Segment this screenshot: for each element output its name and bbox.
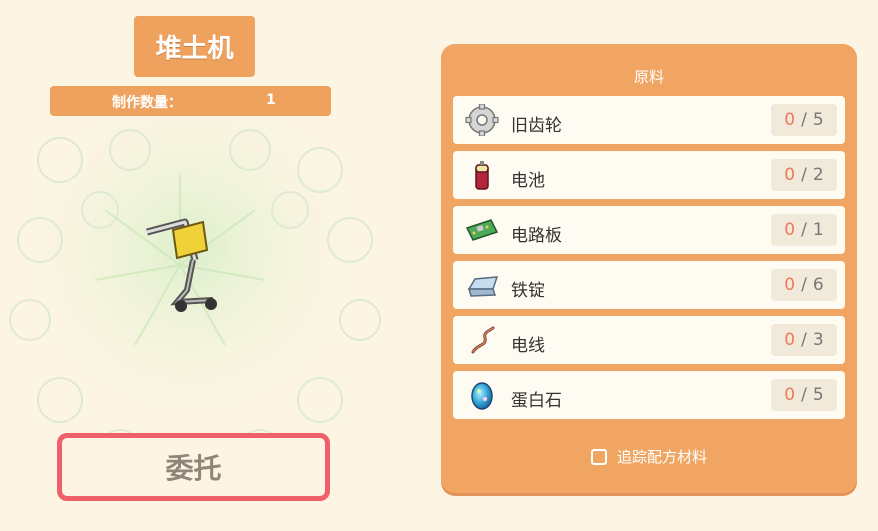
track-checkbox[interactable] xyxy=(590,448,607,465)
material-row-gear[interactable]: 旧齿轮 0/5 xyxy=(453,96,845,144)
material-name: 旧齿轮 xyxy=(511,116,562,136)
count-have: 0 xyxy=(784,220,796,240)
material-row-battery[interactable]: 电池 0/2 xyxy=(453,151,845,199)
material-name: 电池 xyxy=(511,171,545,191)
count-separator: / xyxy=(801,385,807,405)
iron-ingot-icon xyxy=(467,276,499,297)
materials-panel: 原料 旧齿轮 0/5 电池 0/2 电路板 0 / 1 铁锭 0 / 6 电线 … xyxy=(441,44,857,493)
count-need: 5 xyxy=(812,110,824,130)
circuit-board-icon xyxy=(465,219,499,241)
material-count: 0/1 xyxy=(771,214,837,246)
count-need: 1 xyxy=(812,220,824,240)
material-count: 0/2 xyxy=(771,159,837,191)
count-have: 0 xyxy=(784,275,796,295)
count-have: 0 xyxy=(784,110,796,130)
track-label: 追踪配方材料 xyxy=(616,448,707,466)
count-separator: / xyxy=(801,165,807,185)
count-separator: / xyxy=(801,110,807,130)
battery-icon xyxy=(475,161,489,190)
wire-icon xyxy=(471,326,495,354)
count-need: 5 xyxy=(812,385,824,405)
material-row-circuit-board[interactable]: 电路板 0/1 xyxy=(453,206,845,254)
item-title: 堆土机 xyxy=(134,16,255,77)
materials-title: 原料 xyxy=(633,68,664,86)
material-name: 电路板 xyxy=(511,226,562,246)
count-separator: / xyxy=(801,275,807,295)
count-separator: / xyxy=(801,330,807,350)
quantity-label: 制作数量： xyxy=(112,95,182,111)
material-count: 0/5 xyxy=(771,104,837,136)
opal-icon xyxy=(471,382,493,410)
material-count: 0/5 xyxy=(771,379,837,411)
material-name: 电线 xyxy=(511,336,545,356)
count-have: 0 xyxy=(784,330,796,350)
quantity-value: 1 xyxy=(266,92,276,108)
material-row-wire[interactable]: 电线 0/3 xyxy=(453,316,845,364)
material-row-opal[interactable]: 蛋白石 0/5 xyxy=(453,371,845,419)
commission-button[interactable]: 委托 xyxy=(57,433,330,501)
count-have: 0 xyxy=(784,165,796,185)
gear-icon xyxy=(465,104,499,136)
count-need: 6 xyxy=(812,275,824,295)
material-count: 0/3 xyxy=(771,324,837,356)
count-need: 3 xyxy=(812,330,824,350)
material-count: 0/6 xyxy=(771,269,837,301)
bulldozer-icon xyxy=(94,175,266,346)
track-materials-toggle[interactable]: 追踪配方材料 xyxy=(441,446,857,467)
count-need: 2 xyxy=(812,165,824,185)
material-row-iron-ingot[interactable]: 铁锭 0/6 xyxy=(453,261,845,309)
material-name: 蛋白石 xyxy=(511,391,562,411)
material-name: 铁锭 xyxy=(511,281,545,301)
count-have: 0 xyxy=(784,385,796,405)
count-separator: / xyxy=(801,220,807,240)
quantity-bar: 制作数量： 1 xyxy=(50,86,331,116)
